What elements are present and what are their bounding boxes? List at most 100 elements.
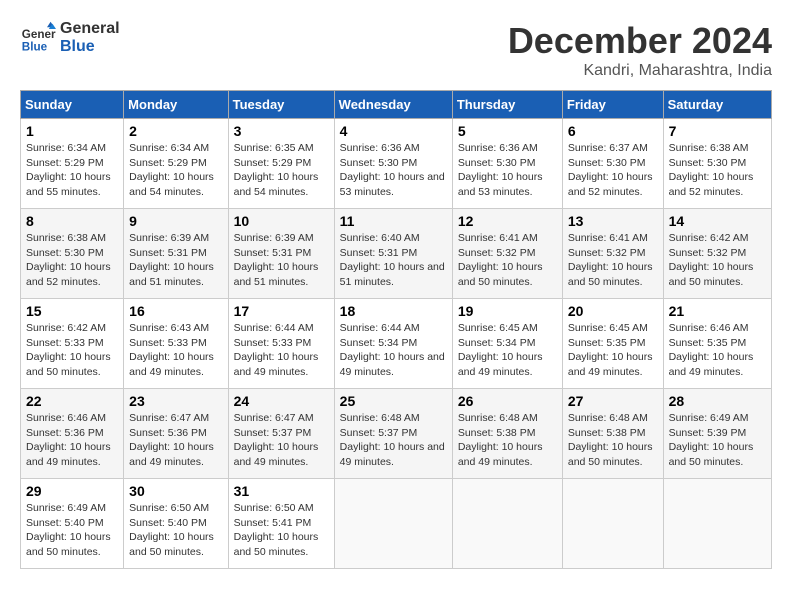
- day-number: 17: [234, 303, 329, 319]
- day-number: 16: [129, 303, 222, 319]
- day-info: Sunrise: 6:38 AMSunset: 5:30 PMDaylight:…: [26, 232, 111, 288]
- calendar-week-row: 8 Sunrise: 6:38 AMSunset: 5:30 PMDayligh…: [21, 209, 772, 299]
- day-number: 31: [234, 483, 329, 499]
- day-info: Sunrise: 6:45 AMSunset: 5:34 PMDaylight:…: [458, 322, 543, 378]
- day-number: 20: [568, 303, 658, 319]
- day-cell-21: 21 Sunrise: 6:46 AMSunset: 5:35 PMDaylig…: [663, 299, 771, 389]
- day-cell-17: 17 Sunrise: 6:44 AMSunset: 5:33 PMDaylig…: [228, 299, 334, 389]
- day-number: 22: [26, 393, 118, 409]
- svg-text:Blue: Blue: [22, 41, 48, 54]
- day-number: 18: [340, 303, 447, 319]
- calendar-week-row: 29 Sunrise: 6:49 AMSunset: 5:40 PMDaylig…: [21, 479, 772, 569]
- empty-cell: [562, 479, 663, 569]
- day-cell-13: 13 Sunrise: 6:41 AMSunset: 5:32 PMDaylig…: [562, 209, 663, 299]
- day-cell-23: 23 Sunrise: 6:47 AMSunset: 5:36 PMDaylig…: [124, 389, 228, 479]
- empty-cell: [663, 479, 771, 569]
- day-info: Sunrise: 6:44 AMSunset: 5:33 PMDaylight:…: [234, 322, 319, 378]
- calendar-week-row: 15 Sunrise: 6:42 AMSunset: 5:33 PMDaylig…: [21, 299, 772, 389]
- day-cell-22: 22 Sunrise: 6:46 AMSunset: 5:36 PMDaylig…: [21, 389, 124, 479]
- day-number: 6: [568, 123, 658, 139]
- day-cell-3: 3 Sunrise: 6:35 AMSunset: 5:29 PMDayligh…: [228, 119, 334, 209]
- calendar-table: Sunday Monday Tuesday Wednesday Thursday…: [20, 90, 772, 569]
- day-number: 27: [568, 393, 658, 409]
- day-info: Sunrise: 6:50 AMSunset: 5:41 PMDaylight:…: [234, 502, 319, 558]
- day-info: Sunrise: 6:44 AMSunset: 5:34 PMDaylight:…: [340, 322, 445, 378]
- logo-icon: General Blue: [20, 20, 56, 56]
- day-number: 30: [129, 483, 222, 499]
- day-number: 2: [129, 123, 222, 139]
- day-number: 14: [669, 213, 766, 229]
- day-number: 26: [458, 393, 557, 409]
- day-info: Sunrise: 6:41 AMSunset: 5:32 PMDaylight:…: [458, 232, 543, 288]
- day-cell-27: 27 Sunrise: 6:48 AMSunset: 5:38 PMDaylig…: [562, 389, 663, 479]
- day-info: Sunrise: 6:43 AMSunset: 5:33 PMDaylight:…: [129, 322, 214, 378]
- day-info: Sunrise: 6:48 AMSunset: 5:37 PMDaylight:…: [340, 412, 445, 468]
- header-wednesday: Wednesday: [334, 91, 452, 119]
- day-number: 9: [129, 213, 222, 229]
- day-cell-11: 11 Sunrise: 6:40 AMSunset: 5:31 PMDaylig…: [334, 209, 452, 299]
- day-info: Sunrise: 6:45 AMSunset: 5:35 PMDaylight:…: [568, 322, 653, 378]
- day-info: Sunrise: 6:38 AMSunset: 5:30 PMDaylight:…: [669, 142, 754, 198]
- day-cell-4: 4 Sunrise: 6:36 AMSunset: 5:30 PMDayligh…: [334, 119, 452, 209]
- day-cell-31: 31 Sunrise: 6:50 AMSunset: 5:41 PMDaylig…: [228, 479, 334, 569]
- day-cell-10: 10 Sunrise: 6:39 AMSunset: 5:31 PMDaylig…: [228, 209, 334, 299]
- weekday-header-row: Sunday Monday Tuesday Wednesday Thursday…: [21, 91, 772, 119]
- day-info: Sunrise: 6:50 AMSunset: 5:40 PMDaylight:…: [129, 502, 214, 558]
- day-cell-19: 19 Sunrise: 6:45 AMSunset: 5:34 PMDaylig…: [452, 299, 562, 389]
- day-cell-5: 5 Sunrise: 6:36 AMSunset: 5:30 PMDayligh…: [452, 119, 562, 209]
- day-info: Sunrise: 6:42 AMSunset: 5:32 PMDaylight:…: [669, 232, 754, 288]
- calendar-week-row: 22 Sunrise: 6:46 AMSunset: 5:36 PMDaylig…: [21, 389, 772, 479]
- title-area: December 2024 Kandri, Maharashtra, India: [508, 20, 772, 80]
- day-info: Sunrise: 6:46 AMSunset: 5:36 PMDaylight:…: [26, 412, 111, 468]
- day-info: Sunrise: 6:39 AMSunset: 5:31 PMDaylight:…: [129, 232, 214, 288]
- day-number: 5: [458, 123, 557, 139]
- day-number: 25: [340, 393, 447, 409]
- day-info: Sunrise: 6:47 AMSunset: 5:37 PMDaylight:…: [234, 412, 319, 468]
- logo: General Blue General Blue: [20, 20, 120, 56]
- page-header: General Blue General Blue December 2024 …: [20, 20, 772, 80]
- day-info: Sunrise: 6:49 AMSunset: 5:39 PMDaylight:…: [669, 412, 754, 468]
- day-number: 3: [234, 123, 329, 139]
- logo-line1: General: [60, 20, 120, 38]
- day-info: Sunrise: 6:37 AMSunset: 5:30 PMDaylight:…: [568, 142, 653, 198]
- day-number: 8: [26, 213, 118, 229]
- day-cell-20: 20 Sunrise: 6:45 AMSunset: 5:35 PMDaylig…: [562, 299, 663, 389]
- day-cell-29: 29 Sunrise: 6:49 AMSunset: 5:40 PMDaylig…: [21, 479, 124, 569]
- day-info: Sunrise: 6:41 AMSunset: 5:32 PMDaylight:…: [568, 232, 653, 288]
- day-number: 24: [234, 393, 329, 409]
- day-number: 11: [340, 213, 447, 229]
- day-cell-16: 16 Sunrise: 6:43 AMSunset: 5:33 PMDaylig…: [124, 299, 228, 389]
- calendar-week-row: 1 Sunrise: 6:34 AMSunset: 5:29 PMDayligh…: [21, 119, 772, 209]
- day-cell-25: 25 Sunrise: 6:48 AMSunset: 5:37 PMDaylig…: [334, 389, 452, 479]
- day-number: 23: [129, 393, 222, 409]
- day-cell-24: 24 Sunrise: 6:47 AMSunset: 5:37 PMDaylig…: [228, 389, 334, 479]
- day-info: Sunrise: 6:49 AMSunset: 5:40 PMDaylight:…: [26, 502, 111, 558]
- day-cell-15: 15 Sunrise: 6:42 AMSunset: 5:33 PMDaylig…: [21, 299, 124, 389]
- day-number: 28: [669, 393, 766, 409]
- day-info: Sunrise: 6:34 AMSunset: 5:29 PMDaylight:…: [26, 142, 111, 198]
- calendar-title: December 2024: [508, 20, 772, 62]
- day-cell-12: 12 Sunrise: 6:41 AMSunset: 5:32 PMDaylig…: [452, 209, 562, 299]
- day-cell-28: 28 Sunrise: 6:49 AMSunset: 5:39 PMDaylig…: [663, 389, 771, 479]
- day-number: 12: [458, 213, 557, 229]
- empty-cell: [334, 479, 452, 569]
- day-cell-1: 1 Sunrise: 6:34 AMSunset: 5:29 PMDayligh…: [21, 119, 124, 209]
- day-cell-8: 8 Sunrise: 6:38 AMSunset: 5:30 PMDayligh…: [21, 209, 124, 299]
- logo-line2: Blue: [60, 38, 120, 56]
- svg-text:General: General: [22, 28, 56, 41]
- day-info: Sunrise: 6:35 AMSunset: 5:29 PMDaylight:…: [234, 142, 319, 198]
- day-info: Sunrise: 6:36 AMSunset: 5:30 PMDaylight:…: [340, 142, 445, 198]
- day-info: Sunrise: 6:36 AMSunset: 5:30 PMDaylight:…: [458, 142, 543, 198]
- day-number: 15: [26, 303, 118, 319]
- day-number: 7: [669, 123, 766, 139]
- day-info: Sunrise: 6:34 AMSunset: 5:29 PMDaylight:…: [129, 142, 214, 198]
- header-sunday: Sunday: [21, 91, 124, 119]
- day-cell-9: 9 Sunrise: 6:39 AMSunset: 5:31 PMDayligh…: [124, 209, 228, 299]
- day-info: Sunrise: 6:40 AMSunset: 5:31 PMDaylight:…: [340, 232, 445, 288]
- day-cell-7: 7 Sunrise: 6:38 AMSunset: 5:30 PMDayligh…: [663, 119, 771, 209]
- day-number: 1: [26, 123, 118, 139]
- header-friday: Friday: [562, 91, 663, 119]
- calendar-subtitle: Kandri, Maharashtra, India: [508, 62, 772, 80]
- day-cell-30: 30 Sunrise: 6:50 AMSunset: 5:40 PMDaylig…: [124, 479, 228, 569]
- day-number: 4: [340, 123, 447, 139]
